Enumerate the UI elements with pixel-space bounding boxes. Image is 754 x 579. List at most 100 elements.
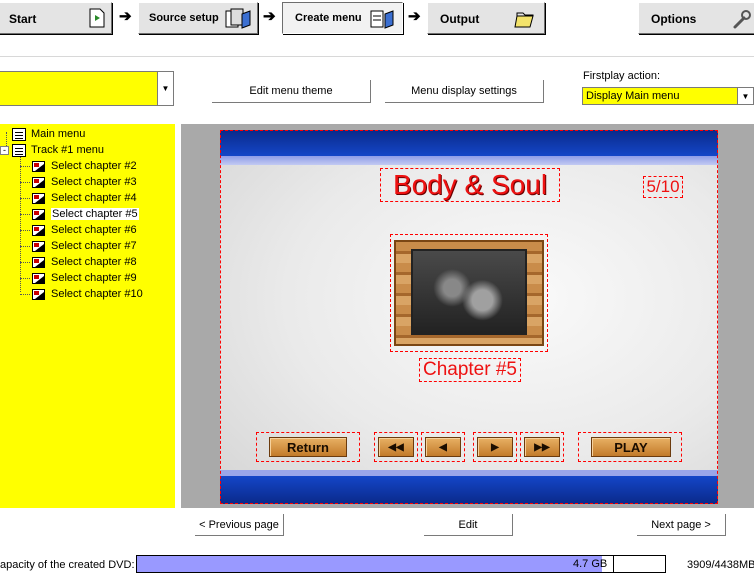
menu-select[interactable]: ▼	[0, 71, 174, 106]
start-label: Start	[9, 12, 37, 26]
rewind-icon: ◀◀	[388, 441, 404, 453]
tree-branch-line	[20, 181, 30, 183]
chapter-thumbnail-image	[411, 249, 527, 335]
chevron-down-icon: ▼	[161, 84, 170, 93]
edit-button[interactable]: Edit	[424, 514, 513, 536]
tree-item-label: Track #1 menu	[31, 144, 104, 156]
tree-item-chapter[interactable]: Select chapter #6	[20, 222, 137, 238]
menu-page-icon	[12, 143, 26, 157]
menu-files-icon	[370, 10, 394, 29]
page-counter: 5/10	[646, 177, 680, 196]
play-button-box[interactable]: PLAY	[578, 432, 682, 462]
last-chapter-button[interactable]: ▶▶	[524, 437, 560, 457]
return-label: Return	[287, 439, 329, 455]
toolbar-separator	[0, 56, 754, 57]
edit-label: Edit	[458, 518, 478, 531]
capacity-bar-fill	[137, 556, 603, 572]
tree-branch-line	[20, 197, 30, 199]
menu-title: Body & Soul	[392, 169, 548, 200]
edit-menu-theme-button[interactable]: Edit menu theme	[212, 80, 371, 103]
fast-forward-icon: ▶▶	[534, 441, 550, 453]
collapse-icon[interactable]: -	[0, 145, 9, 155]
tree-item-label: Select chapter #3	[51, 176, 137, 188]
tree-item-label: Main menu	[31, 128, 86, 140]
chapter-image-icon	[32, 288, 45, 300]
prev-chapter-button-box[interactable]: ◀	[421, 432, 465, 462]
next-chapter-button-box[interactable]: ▶	[473, 432, 517, 462]
create-menu-label: Create menu	[295, 12, 362, 24]
firstplay-label: Firstplay action:	[583, 70, 661, 82]
return-button[interactable]: Return	[269, 437, 347, 457]
chapter-image-icon	[32, 272, 45, 284]
options-button[interactable]: Options	[638, 2, 754, 34]
start-step-button[interactable]: Start	[0, 2, 112, 34]
tree-branch-line	[20, 261, 30, 263]
tree-branch-line	[20, 245, 30, 247]
tree-item-chapter[interactable]: Select chapter #3	[20, 174, 137, 190]
last-chapter-button-box[interactable]: ▶▶	[520, 432, 564, 462]
next-chapter-button[interactable]: ▶	[477, 437, 513, 457]
menu-tree-panel[interactable]: Main menu - Track #1 menu Select chapter…	[0, 124, 175, 508]
chapter-image-icon	[32, 208, 45, 220]
capacity-label: apacity of the created DVD:	[0, 559, 135, 571]
tree-branch-line	[20, 213, 30, 215]
chapter-label-box[interactable]: Chapter #5	[419, 358, 521, 382]
folder-icon	[514, 12, 534, 28]
tree-branch-line	[20, 229, 30, 231]
next-icon: ▶	[491, 441, 499, 453]
tree-item-label: Select chapter #6	[51, 224, 137, 236]
tree-item-chapter[interactable]: Select chapter #2	[20, 158, 137, 174]
chapter-image-icon	[32, 256, 45, 268]
firstplay-select[interactable]: Display Main menu ▼	[582, 87, 754, 105]
next-page-button[interactable]: Next page >	[637, 514, 726, 536]
tree-item-main-menu[interactable]: Main menu	[12, 126, 85, 142]
tree-item-label: Select chapter #7	[51, 240, 137, 252]
tree-item-chapter[interactable]: Select chapter #7	[20, 238, 137, 254]
wrench-icon	[733, 10, 751, 29]
create-menu-step-button[interactable]: Create menu	[282, 2, 403, 34]
capacity-bar: 4.7 GB	[136, 555, 666, 573]
menu-title-box[interactable]: Body & Soul	[380, 168, 560, 202]
return-button-box[interactable]: Return	[256, 432, 360, 462]
capacity-marker	[613, 556, 614, 572]
menu-display-settings-button[interactable]: Menu display settings	[385, 80, 544, 103]
tree-branch-line	[20, 165, 30, 167]
play-label: PLAY	[614, 439, 648, 455]
tree-item-chapter[interactable]: Select chapter #9	[20, 270, 137, 286]
tree-item-chapter[interactable]: Select chapter #8	[20, 254, 137, 270]
firstplay-value: Display Main menu	[586, 90, 680, 102]
chapter-label: Chapter #5	[422, 359, 517, 380]
chapter-thumbnail-box[interactable]	[390, 234, 548, 352]
edit-menu-theme-label: Edit menu theme	[249, 85, 333, 97]
step-arrow-icon: ➔	[408, 8, 421, 25]
previous-page-button[interactable]: < Previous page	[195, 514, 284, 536]
menu-page-icon	[12, 127, 26, 141]
source-setup-step-button[interactable]: Source setup	[138, 2, 258, 34]
tree-item-chapter[interactable]: Select chapter #5	[20, 206, 139, 222]
play-button[interactable]: PLAY	[591, 437, 671, 457]
menu-display-settings-label: Menu display settings	[411, 85, 517, 97]
tree-branch-line	[20, 293, 30, 295]
page-counter-box[interactable]: 5/10	[643, 176, 683, 198]
tree-branch-line	[20, 277, 30, 279]
chevron-down-icon: ▼	[741, 91, 750, 101]
tree-item-chapter[interactable]: Select chapter #10	[20, 286, 143, 302]
prev-icon: ◀	[439, 441, 447, 453]
previous-page-label: < Previous page	[199, 518, 279, 531]
first-chapter-button-box[interactable]: ◀◀	[374, 432, 418, 462]
tree-item-label: Select chapter #4	[51, 192, 137, 204]
step-arrow-icon: ➔	[119, 8, 132, 25]
menu-select-arrow[interactable]: ▼	[157, 72, 173, 105]
source-files-icon	[225, 8, 251, 29]
chapter-image-icon	[32, 240, 45, 252]
firstplay-select-arrow[interactable]: ▼	[737, 88, 753, 104]
tree-item-track-menu[interactable]: - Track #1 menu	[0, 142, 104, 158]
tree-item-chapter[interactable]: Select chapter #4	[20, 190, 137, 206]
chapter-image-icon	[32, 176, 45, 188]
document-play-icon	[89, 8, 105, 28]
output-step-button[interactable]: Output	[427, 2, 545, 34]
capacity-used-label: 3909/4438MB	[687, 559, 754, 571]
step-arrow-icon: ➔	[263, 8, 276, 25]
prev-chapter-button[interactable]: ◀	[425, 437, 461, 457]
first-chapter-button[interactable]: ◀◀	[378, 437, 414, 457]
